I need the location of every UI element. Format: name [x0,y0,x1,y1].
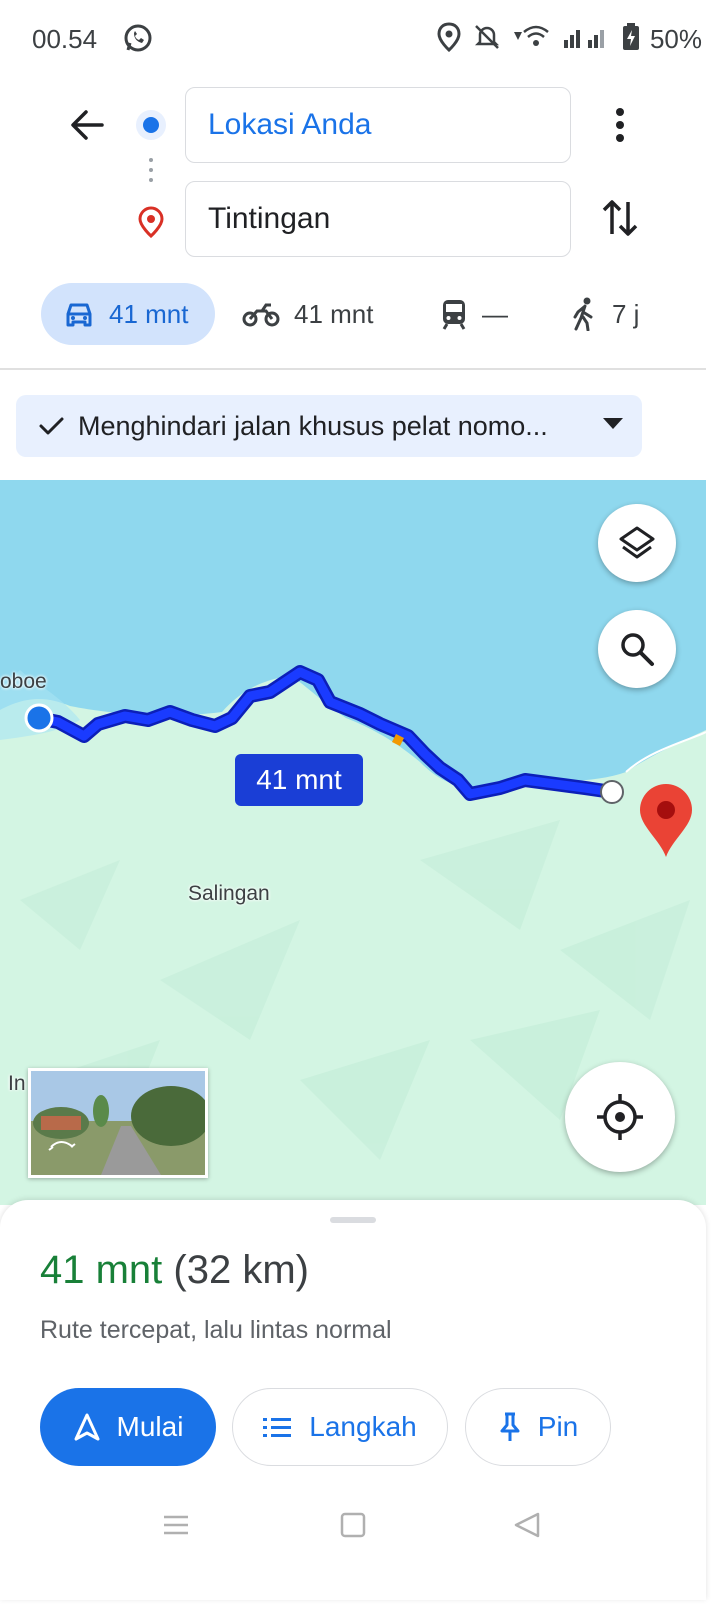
origin-input[interactable]: Lokasi Anda [185,87,571,163]
pin-button-label: Pin [537,1411,579,1442]
pushpin-icon [500,1412,520,1441]
map-search-button[interactable] [598,610,676,688]
status-bar: 00.54 50% [0,0,720,80]
wifi-icon [512,22,552,57]
navigation-arrow-icon [74,1413,100,1441]
check-icon [39,417,64,435]
walk-icon [573,297,593,331]
search-icon [621,633,654,666]
mode-car-label: 41 mnt [109,298,189,329]
steps-button[interactable]: Langkah [232,1388,448,1466]
map-label-salingan: Salingan [188,882,270,905]
my-location-button[interactable] [565,1062,675,1172]
destination-marker-icon [640,784,692,857]
divider [0,368,706,370]
whatsapp-icon [122,22,154,59]
map-view[interactable]: oboe Salingan In 41 mnt [0,480,706,1205]
route-eta: 41 mnt (32 km) [40,1248,309,1293]
mode-transit-label: — [482,298,508,329]
eta-distance: (32 km) [173,1248,309,1292]
route-summary-sheet[interactable]: 41 mnt (32 km) Rute tercepat, lalu linta… [0,1200,706,1600]
travel-modes: 41 mnt 41 mnt — 7 j [0,283,720,345]
battery-percent: 50% [649,24,702,54]
mode-motorcycle[interactable]: 41 mnt [242,283,374,345]
gps-fixed-icon [597,1094,643,1140]
status-time: 00.54 [32,24,98,54]
system-nav-bar [0,1500,706,1600]
car-icon [66,303,92,327]
back-nav-icon [514,1512,540,1538]
home-nav-icon [340,1512,366,1538]
arrow-left-icon [71,110,104,140]
more-vert-icon [616,108,624,142]
steps-button-label: Langkah [309,1411,417,1442]
destination-pin-icon [137,206,165,243]
mode-walk-label: 7 j [612,298,640,329]
mute-icon [472,22,502,57]
pin-button[interactable]: Pin [465,1388,611,1466]
location-status-icon [436,22,462,57]
route-options-label: Menghindari jalan khusus pelat nomo... [78,410,548,441]
menu-nav-icon [164,1515,188,1535]
start-button-label: Mulai [116,1411,184,1442]
train-icon [442,300,466,330]
map-label-oboe: oboe [0,670,47,693]
swap-button[interactable] [598,196,642,245]
signal-icon [562,22,612,57]
battery-icon [622,22,640,57]
destination-input[interactable]: Tintingan [185,181,571,257]
start-navigation-button[interactable]: Mulai [40,1388,216,1466]
list-icon [263,1418,292,1437]
drag-handle[interactable] [330,1217,376,1223]
motorcycle-icon [242,303,280,327]
back-button[interactable] [62,100,112,150]
mode-transit[interactable]: — [440,283,508,345]
map-label-in: In [8,1072,26,1095]
route-options-chip[interactable]: Menghindari jalan khusus pelat nomo... [16,395,642,457]
origin-dot-icon [136,110,166,140]
layers-button[interactable] [598,504,676,582]
dropdown-arrow-icon [603,418,623,429]
more-options-button[interactable] [604,104,636,151]
route-duration-label[interactable]: 41 mnt [235,754,363,806]
status-icons: 50% [436,22,702,57]
route-dots-icon [149,158,153,188]
mode-walk[interactable]: 7 j [572,283,639,345]
route-description: Rute tercepat, lalu lintas normal [40,1316,392,1344]
layers-icon [619,526,655,559]
street-view-thumbnail[interactable] [28,1068,208,1178]
eta-time: 41 mnt [40,1248,163,1292]
mode-car[interactable]: 41 mnt [41,283,215,345]
mode-motorcycle-label: 41 mnt [294,298,374,329]
swap-vert-icon [602,200,638,236]
